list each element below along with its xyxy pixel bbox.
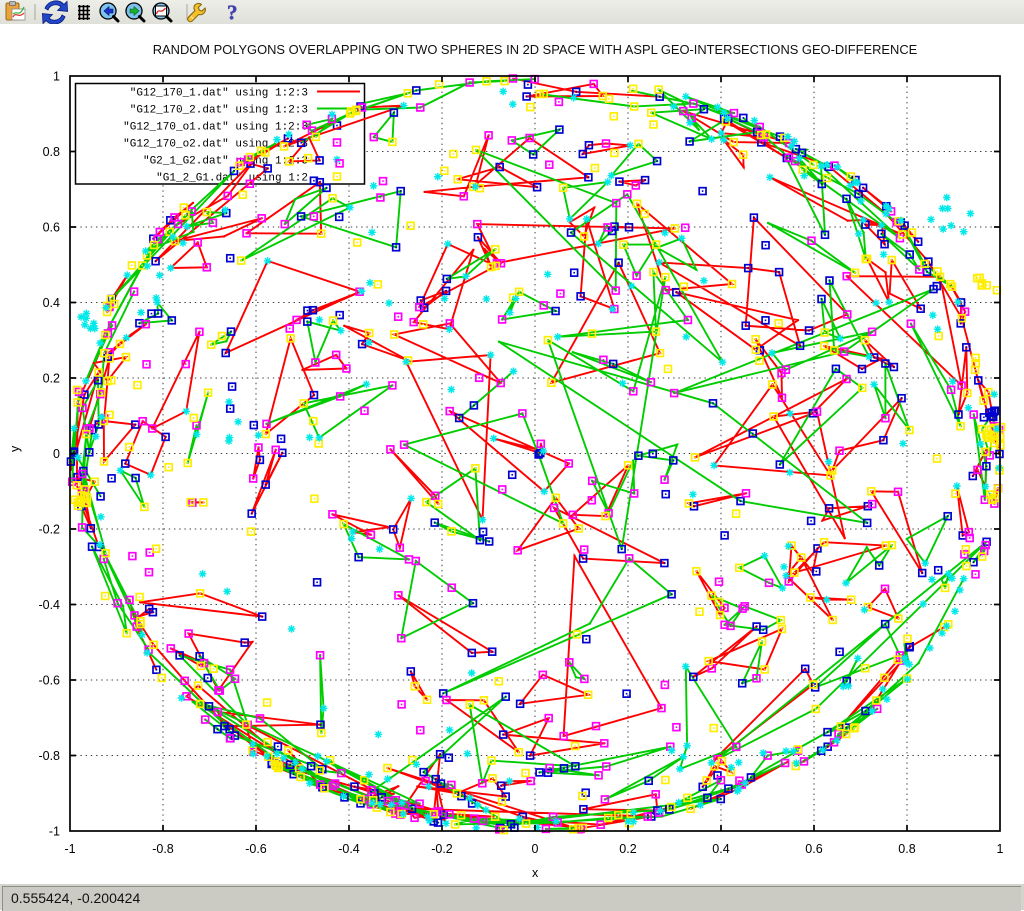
svg-text:1: 1	[53, 69, 60, 83]
svg-text:RANDOM POLYGONS OVERLAPPING ON: RANDOM POLYGONS OVERLAPPING ON TWO SPHER…	[153, 42, 918, 57]
svg-text:-0.2: -0.2	[38, 522, 60, 536]
svg-text:x: x	[532, 866, 539, 880]
svg-text:y: y	[8, 445, 22, 452]
svg-text:"G12_170_2.dat" using 1:2:3: "G12_170_2.dat" using 1:2:3	[130, 105, 308, 117]
svg-text:"G12_170_o1.dat" using 1:2:3: "G12_170_o1.dat" using 1:2:3	[123, 122, 308, 134]
svg-text:?: ?	[227, 1, 238, 25]
svg-text:0.6: 0.6	[805, 842, 822, 856]
svg-text:0.2: 0.2	[43, 371, 60, 385]
svg-text:-0.6: -0.6	[245, 842, 267, 856]
svg-text:-0.8: -0.8	[38, 749, 60, 763]
svg-text:-1: -1	[49, 824, 60, 838]
svg-text:0: 0	[532, 842, 539, 856]
svg-text:-0.8: -0.8	[152, 842, 174, 856]
svg-text:-1: -1	[64, 842, 75, 856]
svg-text:-0.6: -0.6	[38, 673, 60, 687]
svg-text:0: 0	[53, 447, 60, 461]
svg-text:-0.2: -0.2	[431, 842, 453, 856]
svg-text:0.4: 0.4	[712, 842, 729, 856]
svg-text:-0.4: -0.4	[38, 598, 60, 612]
svg-text:0.6: 0.6	[43, 220, 60, 234]
svg-text:0.4: 0.4	[43, 296, 60, 310]
svg-text:1: 1	[997, 842, 1004, 856]
svg-text:"G12_170_1.dat" using 1:2:3: "G12_170_1.dat" using 1:2:3	[130, 88, 308, 100]
svg-text:0.8: 0.8	[898, 842, 915, 856]
svg-text:"G2_1_G2.dat" using 1:2:3: "G2_1_G2.dat" using 1:2:3	[143, 156, 308, 168]
svg-text:0.8: 0.8	[43, 145, 60, 159]
svg-text:-0.4: -0.4	[338, 842, 360, 856]
svg-text:0.2: 0.2	[619, 842, 636, 856]
